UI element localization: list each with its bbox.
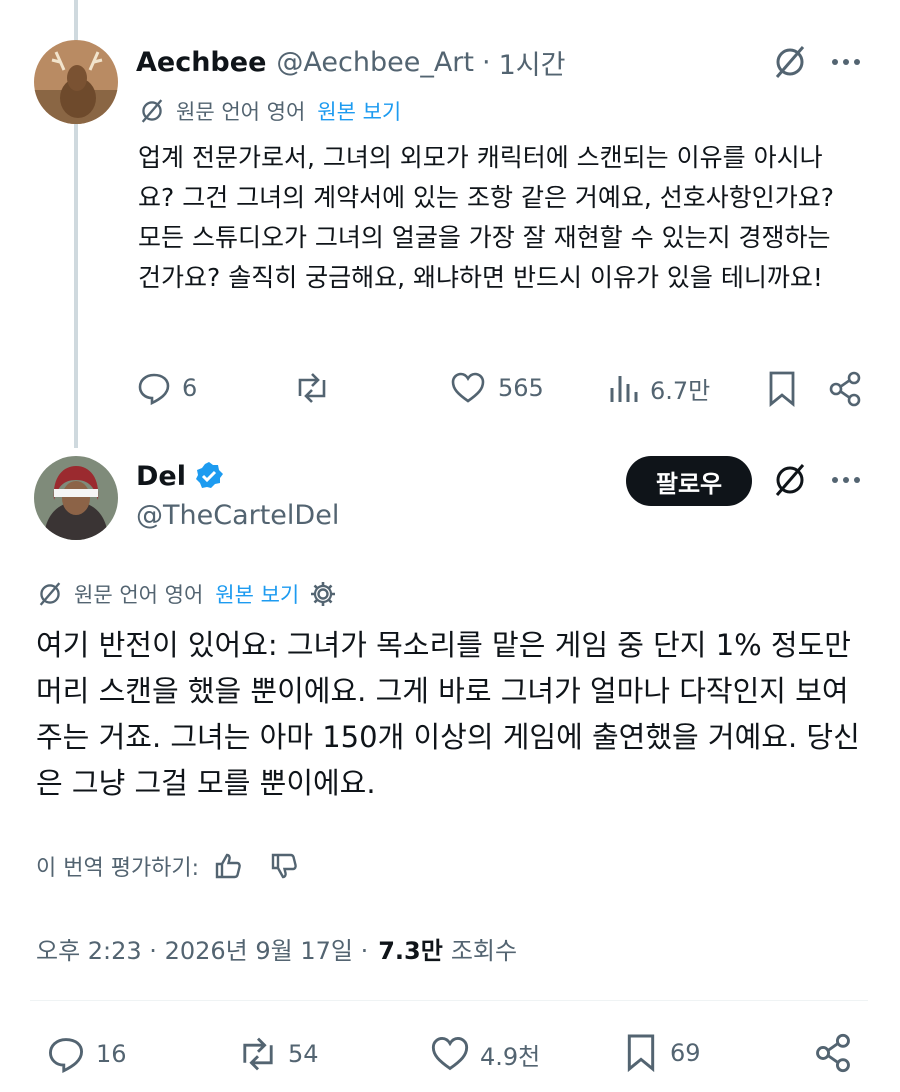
heart-icon: [430, 1034, 470, 1074]
more-options-icon[interactable]: [830, 52, 862, 72]
views-count: 6.7만: [650, 376, 711, 405]
reply-count: 6: [182, 374, 198, 402]
translate-icon: [36, 580, 64, 608]
thumbs-down-icon[interactable]: [269, 851, 299, 881]
main-action-share[interactable]: [814, 1032, 852, 1078]
grok-icon[interactable]: [772, 44, 808, 80]
reply-action-views[interactable]: 6.7만: [608, 370, 710, 406]
author-name[interactable]: Del: [136, 461, 186, 492]
main-action-bookmark[interactable]: 69: [624, 1032, 701, 1074]
author-handle[interactable]: @TheCartelDel: [136, 500, 339, 531]
rate-translation-row: 이 번역 평가하기:: [36, 848, 299, 884]
repost-icon: [292, 370, 332, 406]
verified-badge-icon: [194, 461, 224, 491]
post-timestamp[interactable]: 오후 2:23 · 2026년 9월 17일 ·: [36, 931, 368, 966]
reply-count: 16: [96, 1040, 127, 1068]
author-name[interactable]: Aechbee: [136, 47, 266, 78]
reply-action-reply[interactable]: 6: [136, 370, 197, 406]
main-action-repost[interactable]: 54: [236, 1034, 319, 1074]
more-options-icon[interactable]: [830, 470, 862, 490]
main-post-text: 여기 반전이 있어요: 그녀가 목소리를 맡은 게임 중 단지 1% 정도만 머…: [36, 628, 860, 800]
show-original-link[interactable]: 원본 보기: [215, 579, 299, 609]
separator-dot: ·: [481, 46, 491, 78]
views-label: 조회수: [450, 936, 518, 965]
share-icon: [828, 370, 862, 408]
views-count: 7.3만: [378, 936, 443, 965]
reply-action-repost[interactable]: [292, 370, 332, 410]
post-time[interactable]: 1시간: [499, 43, 566, 82]
thumbs-up-icon[interactable]: [213, 851, 243, 881]
reply-action-share[interactable]: [828, 370, 862, 412]
main-action-reply[interactable]: 16: [46, 1034, 127, 1074]
repost-icon: [236, 1034, 280, 1074]
main-name-row: Del: [136, 458, 224, 494]
like-count: 4.9천: [480, 1042, 541, 1071]
translation-label: 원문 언어 영어: [176, 100, 306, 124]
views-icon: [608, 370, 640, 406]
reply-text: 업계 전문가로서, 그녀의 외모가 캐릭터에 스캔되는 이유를 아시나요? 그건…: [138, 143, 835, 292]
heart-icon: [450, 370, 486, 406]
avatar-del[interactable]: [34, 456, 118, 540]
author-handle[interactable]: @Aechbee_Art: [276, 47, 474, 78]
divider: [30, 1000, 868, 1001]
bookmark-icon: [766, 370, 798, 408]
reply-icon: [46, 1034, 86, 1074]
translation-label: 원문 언어 영어: [74, 583, 204, 607]
like-count: 565: [498, 374, 544, 402]
translate-icon: [138, 97, 166, 125]
show-original-link[interactable]: 원본 보기: [317, 96, 401, 126]
settings-gear-icon[interactable]: [309, 580, 337, 608]
reply-action-like[interactable]: 565: [450, 370, 544, 406]
avatar-aechbee[interactable]: [34, 40, 118, 124]
share-icon: [814, 1032, 852, 1074]
repost-count: 54: [288, 1040, 319, 1068]
translation-row: 원문 언어 영어 원본 보기: [138, 96, 401, 126]
grok-icon[interactable]: [772, 462, 808, 498]
rate-translation-label: 이 번역 평가하기:: [36, 856, 200, 881]
main-action-like[interactable]: 4.9천: [430, 1034, 540, 1074]
reply-header: Aechbee @Aechbee_Art · 1시간: [136, 43, 566, 82]
reply-action-bookmark[interactable]: [766, 370, 798, 412]
bookmark-icon: [624, 1032, 658, 1074]
bookmark-count: 69: [670, 1039, 701, 1067]
timestamp-row: 오후 2:23 · 2026년 9월 17일 · 7.3만 조회수: [36, 930, 517, 966]
follow-button[interactable]: 팔로우: [626, 456, 752, 506]
reply-icon: [136, 370, 172, 406]
translation-row: 원문 언어 영어 원본 보기: [36, 578, 337, 610]
